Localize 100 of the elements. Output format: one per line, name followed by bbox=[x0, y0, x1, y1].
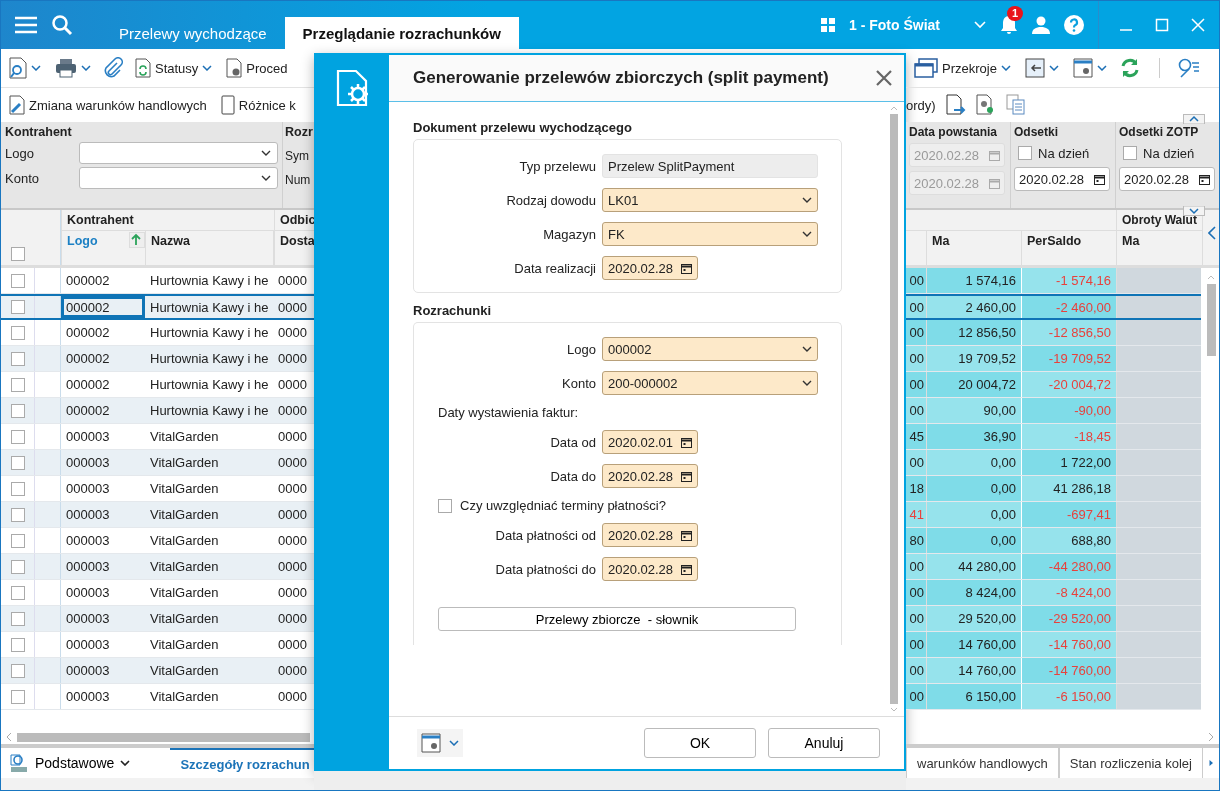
scrollbar-thumb[interactable] bbox=[1206, 284, 1216, 356]
row-checkbox[interactable] bbox=[10, 585, 25, 600]
checkbox[interactable]: Czy uwzględniać terminy płatności? bbox=[414, 498, 666, 513]
select-field[interactable]: FK bbox=[602, 222, 818, 246]
date-field[interactable]: 2020.02.28 bbox=[602, 256, 698, 280]
table-row[interactable]: 00 19 709,52 -19 709,52 bbox=[906, 346, 1201, 372]
checkbox[interactable]: Na dzień bbox=[1119, 143, 1195, 163]
scroll-left-icon[interactable] bbox=[5, 732, 13, 742]
table-row[interactable]: 000003 VitalGarden 0000 bbox=[1, 476, 314, 502]
table-row[interactable]: 000002 Hurtownia Kawy i he 0000 bbox=[1, 268, 314, 294]
text-field[interactable]: Przelew SplitPayment bbox=[602, 154, 818, 178]
search-icon[interactable] bbox=[1177, 58, 1200, 78]
select-field[interactable]: LK01 bbox=[602, 188, 818, 212]
settings-button[interactable] bbox=[1070, 56, 1109, 80]
trade-terms-button[interactable]: Zmiana warunków handlowych bbox=[7, 93, 209, 117]
table-row[interactable]: 000003 VitalGarden 0000 bbox=[1, 684, 314, 710]
user-icon[interactable] bbox=[1032, 16, 1050, 34]
table-row[interactable]: 000002 Hurtownia Kawy i he 0000 bbox=[1, 320, 314, 346]
table-row[interactable]: 000002 Hurtownia Kawy i he 0000 bbox=[1, 372, 314, 398]
select-all-checkbox[interactable] bbox=[11, 247, 25, 261]
row-checkbox[interactable] bbox=[10, 377, 25, 392]
table-row[interactable]: 00 6 150,00 -6 150,00 bbox=[906, 684, 1201, 710]
table-row[interactable]: 000003 VitalGarden 0000 bbox=[1, 528, 314, 554]
row-checkbox[interactable] bbox=[10, 300, 25, 314]
table-row[interactable]: 45 36,90 -18,45 bbox=[906, 424, 1201, 450]
detail-tab[interactable]: warunków handlowych bbox=[906, 748, 1059, 778]
table-row[interactable]: 000002 Hurtownia Kawy i he 0000 bbox=[1, 346, 314, 372]
date-field[interactable]: 2020.02.28 bbox=[602, 523, 698, 547]
date-field[interactable]: 2020.02.28 bbox=[602, 464, 698, 488]
column-header[interactable]: Ma bbox=[927, 231, 955, 251]
cancel-button[interactable]: Anuluj bbox=[768, 728, 880, 758]
dictionary-button[interactable]: Przelewy zbiorcze - słownik bbox=[438, 607, 796, 631]
maximize-icon[interactable] bbox=[1155, 18, 1169, 32]
date-field[interactable]: 2020.02.28 bbox=[602, 557, 698, 581]
table-row[interactable]: 41 0,00 -697,41 bbox=[906, 502, 1201, 528]
scroll-right-icon[interactable] bbox=[1207, 732, 1215, 742]
column-header[interactable]: PerSaldo bbox=[1022, 231, 1087, 251]
table-row[interactable]: 00 20 004,72 -20 004,72 bbox=[906, 372, 1201, 398]
document-gears-icon[interactable] bbox=[975, 94, 996, 116]
table-row[interactable]: 00 14 760,00 -14 760,00 bbox=[906, 632, 1201, 658]
row-checkbox[interactable] bbox=[10, 559, 25, 574]
close-icon[interactable] bbox=[876, 70, 892, 86]
toolbar-label[interactable]: ordy) bbox=[906, 97, 936, 113]
expand-icon[interactable] bbox=[1183, 206, 1205, 216]
row-checkbox[interactable] bbox=[10, 325, 25, 340]
row-checkbox[interactable] bbox=[10, 455, 25, 470]
table-row[interactable]: 00 14 760,00 -14 760,00 bbox=[906, 658, 1201, 684]
print-button[interactable] bbox=[53, 56, 93, 80]
table-row[interactable]: 80 0,00 688,80 bbox=[906, 528, 1201, 554]
collapse-icon[interactable] bbox=[1183, 114, 1205, 124]
scroll-down-icon[interactable] bbox=[890, 707, 898, 713]
panel-button[interactable] bbox=[1022, 56, 1061, 80]
app-tab[interactable]: Przelewy wychodzące bbox=[101, 17, 285, 49]
copy-documents-icon[interactable] bbox=[1005, 94, 1026, 116]
table-row[interactable]: 00 0,00 1 722,00 bbox=[906, 450, 1201, 476]
settings-button[interactable] bbox=[417, 729, 463, 757]
row-checkbox[interactable] bbox=[10, 403, 25, 418]
view-dropdown[interactable]: Podstawowe bbox=[1, 748, 139, 778]
table-row[interactable]: 00 90,00 -90,00 bbox=[906, 398, 1201, 424]
row-checkbox[interactable] bbox=[10, 429, 25, 444]
table-row[interactable]: 000003 VitalGarden 0000 bbox=[1, 502, 314, 528]
row-checkbox[interactable] bbox=[10, 273, 25, 288]
scrollbar-thumb[interactable] bbox=[17, 732, 310, 742]
row-checkbox[interactable] bbox=[10, 507, 25, 522]
row-checkbox[interactable] bbox=[10, 611, 25, 626]
chevron-down-icon[interactable] bbox=[974, 21, 986, 29]
sort-ascending-icon[interactable] bbox=[129, 232, 145, 248]
date-field[interactable]: 2020.02.28 bbox=[1014, 167, 1110, 191]
scroll-up-icon[interactable] bbox=[1207, 274, 1215, 280]
table-row[interactable]: 000002 Hurtownia Kawy i he 0000 bbox=[1, 294, 314, 320]
table-row[interactable]: 000003 VitalGarden 0000 bbox=[1, 450, 314, 476]
detail-tab[interactable]: Stan rozliczenia kolej bbox=[1058, 748, 1203, 778]
select-field[interactable]: 000002 bbox=[602, 337, 818, 361]
date-field[interactable]: 2020.02.01 bbox=[602, 430, 698, 454]
table-row[interactable]: 00 44 280,00 -44 280,00 bbox=[906, 554, 1201, 580]
row-checkbox[interactable] bbox=[10, 351, 25, 366]
ok-button[interactable]: OK bbox=[644, 728, 756, 758]
table-row[interactable]: 000003 VitalGarden 0000 bbox=[1, 424, 314, 450]
table-row[interactable]: 00 1 574,16 -1 574,16 bbox=[906, 268, 1201, 294]
column-header[interactable]: Ma bbox=[1117, 231, 1145, 251]
table-row[interactable]: 000003 VitalGarden 0000 bbox=[1, 580, 314, 606]
column-header[interactable]: Logo bbox=[67, 234, 98, 248]
checkbox[interactable]: Na dzień bbox=[1014, 143, 1090, 163]
table-row[interactable]: 00 8 424,00 -8 424,00 bbox=[906, 580, 1201, 606]
column-header[interactable]: Dosta bbox=[275, 231, 316, 251]
chevron-left-icon[interactable] bbox=[1208, 225, 1217, 240]
differences-button[interactable]: Różnice k bbox=[218, 93, 298, 117]
document-arrow-icon[interactable] bbox=[945, 94, 966, 116]
row-checkbox[interactable] bbox=[10, 689, 25, 704]
search-icon[interactable] bbox=[51, 14, 73, 36]
row-checkbox[interactable] bbox=[10, 663, 25, 678]
table-row[interactable]: 000003 VitalGarden 0000 bbox=[1, 606, 314, 632]
scroll-up-icon[interactable] bbox=[890, 105, 898, 111]
paperclip-icon[interactable] bbox=[103, 57, 123, 79]
statuses-button[interactable]: Statusy bbox=[133, 56, 215, 80]
grid-icon[interactable] bbox=[821, 18, 835, 32]
help-icon[interactable] bbox=[1064, 15, 1084, 35]
menu-icon[interactable] bbox=[15, 16, 37, 34]
row-checkbox[interactable] bbox=[10, 637, 25, 652]
column-header[interactable]: Nazwa bbox=[151, 234, 190, 248]
